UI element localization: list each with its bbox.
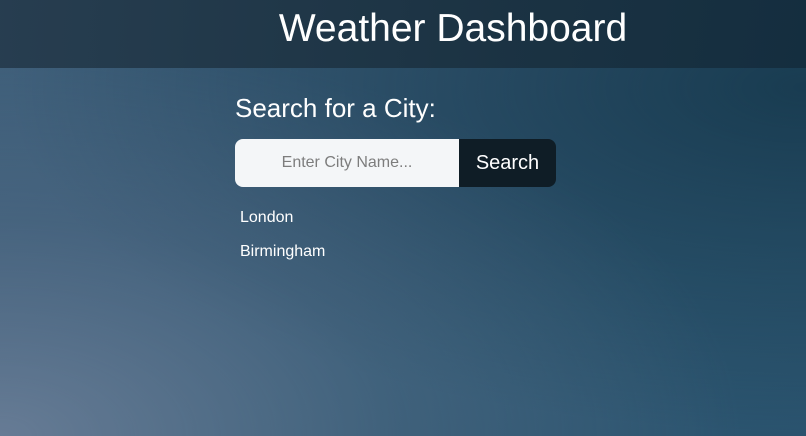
city-search-input[interactable]: [235, 139, 459, 187]
search-heading: Search for a City:: [235, 93, 436, 123]
search-form: Search: [235, 139, 556, 187]
history-item-london[interactable]: London: [240, 208, 325, 228]
search-button[interactable]: Search: [459, 139, 556, 187]
page-title: Weather Dashboard: [278, 7, 628, 50]
page-header: Weather Dashboard: [0, 0, 806, 68]
search-history-list: London Birmingham: [240, 208, 325, 276]
history-item-birmingham[interactable]: Birmingham: [240, 242, 325, 262]
